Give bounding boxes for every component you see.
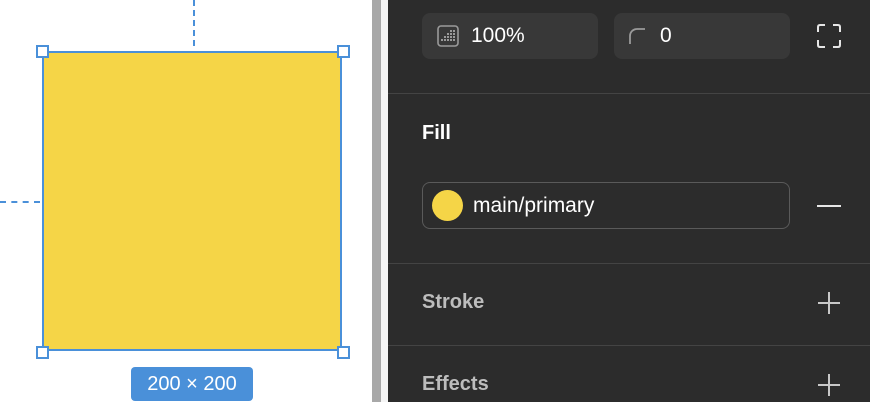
resize-handle-bottom-right[interactable] — [337, 346, 350, 359]
opacity-icon — [437, 25, 459, 47]
corner-radius-value[interactable]: 0 — [660, 24, 672, 48]
add-stroke-plus-icon[interactable] — [818, 292, 840, 314]
effects-section-title: Effects — [422, 373, 489, 395]
fill-item[interactable]: main/primary — [422, 182, 790, 229]
selected-rectangle[interactable] — [42, 51, 342, 351]
properties-panel: 100% 0 Fill main/primary Stroke Effects — [388, 0, 870, 402]
section-divider — [388, 263, 870, 264]
fill-color-swatch[interactable] — [432, 190, 463, 221]
divider-gap — [381, 0, 388, 402]
opacity-value[interactable]: 100% — [471, 24, 525, 48]
minus-icon[interactable] — [817, 205, 841, 207]
fill-style-name[interactable]: main/primary — [473, 194, 594, 218]
resize-handle-top-left[interactable] — [36, 45, 49, 58]
section-divider — [388, 93, 870, 94]
expand-corners-icon[interactable] — [817, 24, 841, 48]
horizontal-center-guide — [0, 201, 40, 203]
design-canvas[interactable]: 200 × 200 — [0, 0, 372, 402]
section-divider — [388, 345, 870, 346]
dimensions-badge: 200 × 200 — [131, 367, 253, 401]
canvas-panel-divider[interactable] — [372, 0, 381, 402]
resize-handle-bottom-left[interactable] — [36, 346, 49, 359]
fill-section-title: Fill — [422, 122, 451, 144]
add-effects-plus-icon[interactable] — [818, 374, 840, 396]
corner-radius-field[interactable]: 0 — [614, 13, 790, 59]
stroke-section-title: Stroke — [422, 291, 485, 313]
corner-radius-icon — [629, 28, 645, 44]
vertical-center-guide — [193, 0, 195, 46]
resize-handle-top-right[interactable] — [337, 45, 350, 58]
opacity-field[interactable]: 100% — [422, 13, 598, 59]
